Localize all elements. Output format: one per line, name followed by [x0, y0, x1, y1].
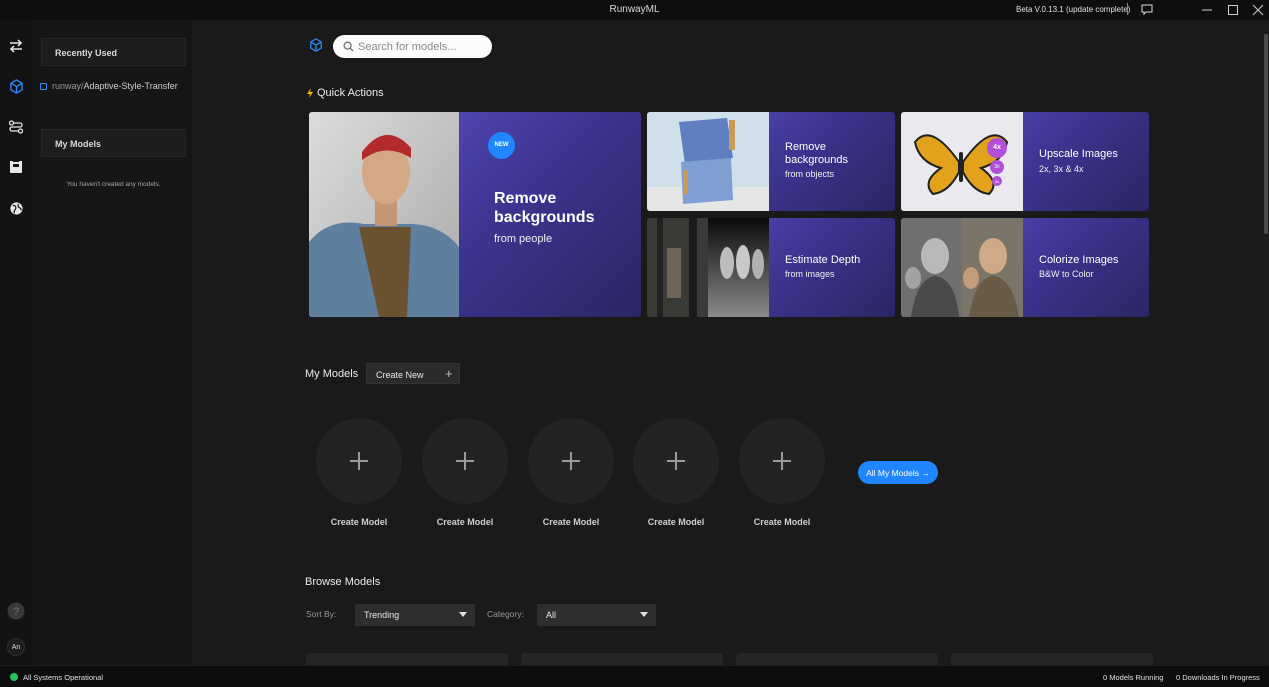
- system-status: All Systems Operational: [23, 673, 104, 682]
- plus-icon: [456, 452, 474, 470]
- card-title: Estimate Depth: [785, 254, 861, 266]
- cups-photo: [647, 112, 769, 211]
- card-subtitle: from images: [785, 269, 835, 279]
- quick-action-colorize[interactable]: Colorize Images B&W to Color: [901, 218, 1149, 317]
- depth-photo: [647, 218, 769, 317]
- create-new-label: Create New: [376, 370, 424, 380]
- left-panel: Recently Used runway/Adaptive-Style-Tran…: [33, 20, 194, 665]
- minimize-icon[interactable]: [1199, 2, 1215, 18]
- maximize-icon[interactable]: [1225, 2, 1241, 18]
- my-models-title: My Models: [305, 368, 359, 380]
- card-subtitle: 2x, 3x & 4x: [1039, 164, 1084, 174]
- create-model-label[interactable]: Create Model: [528, 517, 614, 527]
- svg-text:?: ?: [13, 606, 19, 618]
- create-model-slot[interactable]: [422, 418, 508, 504]
- create-model-slot[interactable]: [633, 418, 719, 504]
- card-title-line2: backgrounds: [785, 154, 848, 166]
- search-input[interactable]: [358, 38, 483, 55]
- card-subtitle: B&W to Color: [1039, 269, 1094, 279]
- create-model-label[interactable]: Create Model: [633, 517, 719, 527]
- plus-icon: [667, 452, 685, 470]
- recently-used-header: Recently Used: [41, 38, 186, 66]
- person-photo: [309, 112, 459, 317]
- empty-models-note: You haven't created any models.: [66, 181, 161, 188]
- browse-model-card[interactable]: [521, 653, 723, 665]
- browse-model-card[interactable]: [736, 653, 938, 665]
- repo-icon: [40, 82, 47, 90]
- plus-icon: [773, 452, 791, 470]
- create-new-button[interactable]: Create New +: [366, 363, 460, 384]
- recent-model-item[interactable]: runway/Adaptive-Style-Transfer: [40, 81, 178, 91]
- card-title: Colorize Images: [1039, 254, 1119, 266]
- quick-action-estimate-depth[interactable]: Estimate Depth from images: [647, 218, 895, 317]
- globe-icon[interactable]: [7, 199, 25, 217]
- category-value: All: [546, 610, 557, 620]
- search-box: [333, 35, 492, 58]
- create-model-slot[interactable]: [528, 418, 614, 504]
- main-scrollbar[interactable]: [1263, 20, 1269, 665]
- create-model-slot[interactable]: [316, 418, 402, 504]
- title-bar: RunwayML Beta V.0.13.1 (update complete): [0, 0, 1269, 20]
- icon-rail: ? An: [0, 20, 33, 665]
- scrollbar-thumb[interactable]: [1264, 34, 1268, 234]
- create-model-label[interactable]: Create Model: [316, 517, 402, 527]
- quick-action-remove-bg-objects[interactable]: Remove backgrounds from objects: [647, 112, 895, 211]
- quick-action-upscale[interactable]: 4x 3x 2x Upscale Images 2x, 3x & 4x: [901, 112, 1149, 211]
- card-title: Upscale Images: [1039, 148, 1118, 160]
- swap-arrows-icon[interactable]: [7, 37, 25, 55]
- all-my-models-button[interactable]: All My Models →: [858, 461, 938, 484]
- inbox-icon[interactable]: [7, 158, 25, 176]
- recent-model-owner: runway/: [52, 81, 84, 91]
- quick-actions-title: Quick Actions: [317, 87, 384, 99]
- status-indicator-icon: [10, 673, 18, 681]
- downloads-count: 0 Downloads In Progress: [1176, 673, 1260, 682]
- search-icon: [343, 41, 354, 52]
- browse-model-card[interactable]: [306, 653, 508, 665]
- card-subtitle: from objects: [785, 169, 835, 179]
- browse-models-title: Browse Models: [305, 576, 381, 588]
- sort-value: Trending: [364, 610, 400, 620]
- plus-icon: +: [445, 366, 453, 381]
- close-icon[interactable]: [1250, 2, 1266, 18]
- sort-dropdown[interactable]: Trending: [355, 604, 475, 626]
- create-model-label[interactable]: Create Model: [422, 517, 508, 527]
- my-models-header: My Models: [41, 129, 186, 157]
- upscale-chip-4x: 4x: [987, 138, 1007, 158]
- upscale-chip-2x: 2x: [992, 176, 1002, 186]
- category-label: Category:: [487, 609, 524, 619]
- workflow-icon[interactable]: [7, 118, 25, 136]
- quick-action-remove-bg-people[interactable]: NEW Remove backgrounds from people: [309, 112, 641, 317]
- model-cube-icon: [310, 38, 322, 52]
- butterfly-photo: [901, 112, 1023, 211]
- title-separator: [1127, 3, 1128, 15]
- card-title: Remove backgrounds: [785, 141, 848, 167]
- question-icon[interactable]: ?: [7, 602, 25, 620]
- chevron-down-icon: [459, 612, 467, 617]
- lightning-icon: [307, 88, 313, 98]
- chevron-down-icon: [640, 612, 648, 617]
- feedback-icon[interactable]: [1141, 4, 1153, 15]
- colorize-photo: [901, 218, 1023, 317]
- create-model-slot[interactable]: [739, 418, 825, 504]
- new-badge: NEW: [488, 132, 515, 159]
- category-dropdown[interactable]: All: [537, 604, 656, 626]
- browse-model-card[interactable]: [951, 653, 1153, 665]
- main-content: Quick Actions NEW Remove backgrounds fro…: [195, 20, 1263, 665]
- models-running-count: 0 Models Running: [1103, 673, 1164, 682]
- version-label: Beta V.0.13.1 (update complete): [1016, 5, 1131, 14]
- create-model-label[interactable]: Create Model: [739, 517, 825, 527]
- avatar[interactable]: An: [7, 638, 25, 656]
- plus-icon: [350, 452, 368, 470]
- card-title-line1: Remove: [785, 141, 826, 153]
- model-cube-icon[interactable]: [7, 77, 25, 95]
- card-title-line2: backgrounds: [494, 209, 595, 226]
- sort-by-label: Sort By:: [306, 609, 337, 619]
- card-title: Remove backgrounds: [494, 189, 594, 227]
- card-title-line1: Remove: [494, 190, 557, 207]
- plus-icon: [562, 452, 580, 470]
- card-subtitle: from people: [494, 233, 553, 245]
- status-bar: All Systems Operational 0 Models Running…: [0, 665, 1269, 687]
- recent-model-name: Adaptive-Style-Transfer: [83, 81, 178, 91]
- upscale-chip-3x: 3x: [990, 160, 1004, 174]
